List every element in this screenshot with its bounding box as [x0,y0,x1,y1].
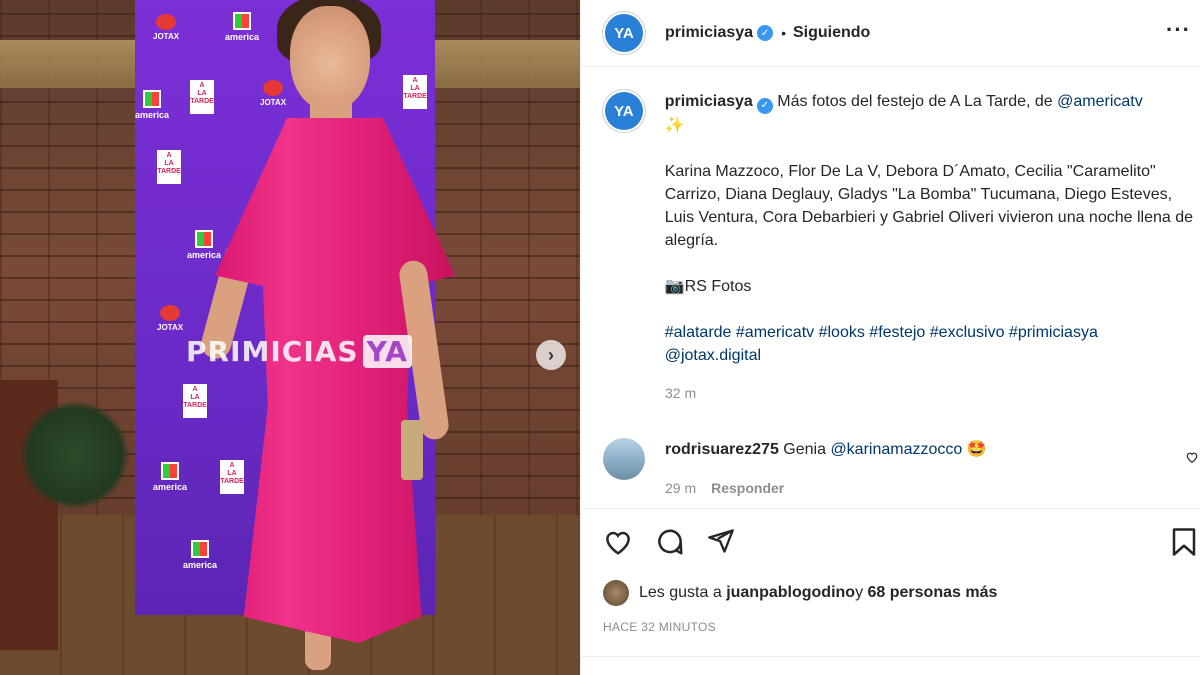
post-timestamp[interactable]: HACE 32 MINUTOS [603,620,716,634]
comment-icon[interactable] [655,527,685,562]
sparkle-emoji: ✨ [664,116,685,134]
watermark-badge: YA [362,335,412,368]
comment-username[interactable]: rodrisuarez275 [665,441,779,458]
heart-icon[interactable] [603,527,633,562]
watermark-text: PRIMICIAS [186,335,359,368]
caption-avatar[interactable]: YA [603,90,645,132]
america-logo: america [153,462,187,492]
caption-text: primiciasya ✓ Más fotos del festejo de A … [665,90,1200,367]
a-la-tarde-logo: A LA TARDE [157,150,181,184]
likes-count[interactable]: 68 personas más [868,584,998,602]
jotax-logo: JOTAX [153,14,179,41]
verified-badge-icon: ✓ [757,25,774,41]
post-photo[interactable]: JOTAX america A LA TARDE JOTAX A LA TARDE am… [0,0,580,675]
comment-time[interactable]: 29 m [665,480,696,496]
mention-jotax[interactable]: @jotax.digital [665,347,761,364]
avatar[interactable]: YA [603,12,645,54]
comment-like-icon[interactable] [1185,450,1199,467]
star-eyes-emoji: 🤩 [966,441,987,458]
verified-badge-icon: ✓ [756,97,773,114]
caption-username[interactable]: primiciasya [665,93,753,110]
share-icon[interactable] [707,527,735,560]
liker-username[interactable]: juanpablogodino [726,584,855,602]
chevron-right-icon: › [548,344,554,365]
likes-prefix: Les gusta a [639,584,722,601]
likes-middle: y [855,584,864,601]
more-options-icon[interactable]: ··· [1166,17,1191,43]
bookmark-icon[interactable] [1171,527,1197,562]
comment: rodrisuarez275 Genia @karinamazzocco 🤩 2… [603,438,1200,500]
post-side-panel: YA primiciasya ✓ • Siguiendo ··· YA prim… [580,0,1200,675]
header-username[interactable]: primiciasya [665,24,753,42]
clutch-bag [401,420,423,480]
likes-summary: Les gusta a juanpablogodino y 68 persona… [603,580,997,606]
following-button[interactable]: Siguiendo [793,24,870,42]
caption-timestamp[interactable]: 32 m [665,385,1200,401]
separator-dot: • [781,25,786,41]
mention-americatv[interactable]: @americatv [1057,93,1143,110]
face [290,6,370,111]
jotax-logo: JOTAX [157,305,183,332]
mention-karinamazzocco[interactable]: @karinamazzocco [830,441,962,458]
next-photo-button[interactable]: › [536,340,566,370]
plant [20,400,130,510]
reply-button[interactable]: Responder [711,480,784,496]
divider [581,656,1200,657]
post-header: YA primiciasya ✓ • Siguiendo ··· [581,0,1200,67]
caption: YA primiciasya ✓ Más fotos del festejo de… [603,90,1200,401]
photo-credit: 📷RS Fotos [664,277,752,295]
caption-paragraph: Karina Mazzoco, Flor De La V, Debora D´A… [664,162,1194,249]
a-la-tarde-logo: A LA TARDE [183,384,207,418]
action-bar [581,508,1200,578]
comment-text: Genia [783,441,831,458]
watermark: PRIMICIAS YA [186,335,412,368]
hashtags[interactable]: #alatarde #americatv #looks #festejo #ex… [665,324,1098,341]
caption-line1: Más fotos del festejo de A La Tarde, de [777,93,1058,110]
america-logo: america [135,90,169,120]
commenter-avatar[interactable] [603,438,645,480]
liker-avatar[interactable] [603,580,629,606]
